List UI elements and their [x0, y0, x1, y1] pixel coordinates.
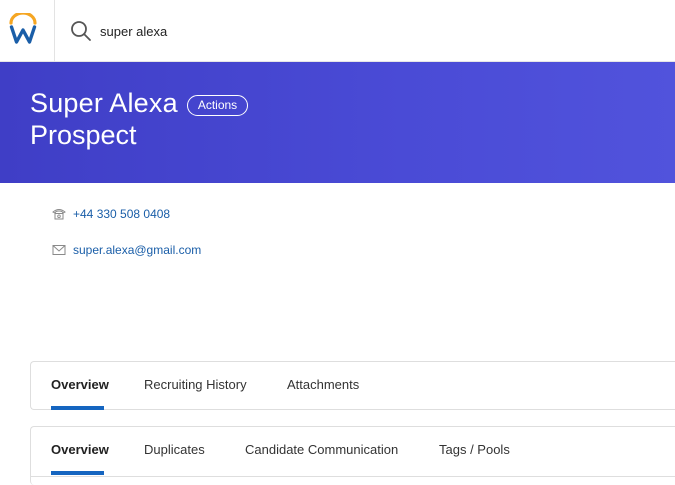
tab-attachments[interactable]: Attachments — [287, 377, 359, 392]
envelope-icon — [52, 245, 66, 255]
top-bar — [0, 0, 675, 62]
search-input[interactable] — [100, 18, 520, 44]
subtab-overview[interactable]: Overview — [51, 442, 109, 457]
email-row: super.alexa@gmail.com — [52, 243, 201, 257]
workday-logo-icon — [9, 13, 37, 44]
tab-recruiting-history[interactable]: Recruiting History — [144, 377, 247, 392]
subtab-candidate-communication[interactable]: Candidate Communication — [245, 442, 398, 457]
primary-tab-bar: Overview Recruiting History Attachments — [30, 361, 675, 410]
actions-button[interactable]: Actions — [186, 94, 249, 116]
candidate-name: Super Alexa — [30, 88, 178, 118]
phone-icon — [52, 209, 66, 220]
active-subtab-indicator — [51, 471, 104, 475]
subtab-tags-pools[interactable]: Tags / Pools — [439, 442, 510, 457]
profile-header: Super Alexa Actions Prospect — [0, 62, 675, 183]
subtab-duplicates[interactable]: Duplicates — [144, 442, 205, 457]
workday-logo[interactable] — [0, 0, 55, 62]
search-icon[interactable] — [70, 20, 92, 42]
divider — [30, 476, 675, 477]
phone-link[interactable]: +44 330 508 0408 — [73, 207, 170, 221]
active-tab-indicator — [51, 406, 104, 410]
tab-overview[interactable]: Overview — [51, 377, 109, 392]
candidate-status: Prospect — [30, 120, 137, 150]
email-link[interactable]: super.alexa@gmail.com — [73, 243, 201, 257]
phone-row: +44 330 508 0408 — [52, 207, 170, 221]
